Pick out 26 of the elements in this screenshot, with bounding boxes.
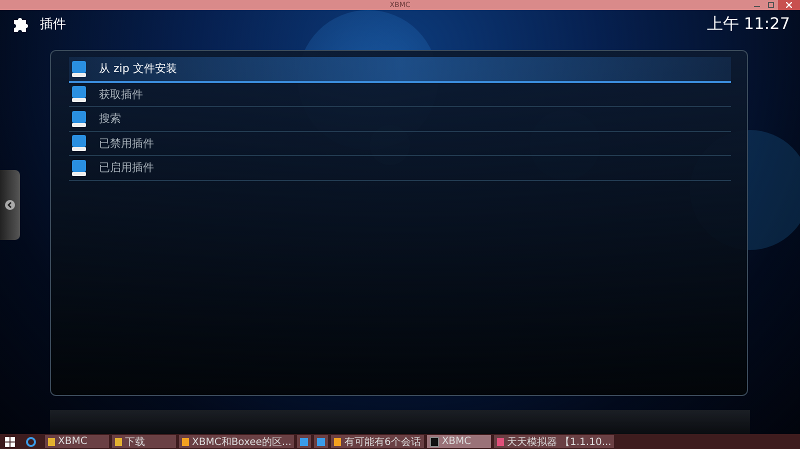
arrow-icon: [5, 200, 15, 210]
taskbar-item[interactable]: 下载: [112, 435, 176, 448]
close-button[interactable]: [778, 0, 800, 10]
taskbar-app-icon[interactable]: [314, 435, 328, 448]
section-title: 插件: [40, 16, 66, 33]
side-tab[interactable]: [0, 170, 20, 240]
taskbar-app-icon[interactable]: [297, 435, 312, 448]
menu-item[interactable]: 已启用插件: [69, 156, 731, 180]
drive-icon: [71, 158, 87, 177]
browser-icon[interactable]: [26, 436, 36, 446]
drive-icon: [71, 110, 87, 128]
menu-item[interactable]: 获取插件: [69, 82, 731, 107]
drive-icon: [71, 60, 87, 78]
clock: 上午 11:27: [706, 14, 790, 34]
taskbar-item[interactable]: XBMC和Boxee的区...: [179, 435, 294, 448]
taskbar-item[interactable]: 有可能有6个会话: [331, 435, 424, 448]
menu-item[interactable]: 从 zip 文件安装: [69, 57, 731, 82]
menu-item[interactable]: 已禁用插件: [69, 132, 731, 156]
close-icon: [786, 2, 792, 8]
menu-item[interactable]: 搜索: [69, 107, 731, 132]
windows-icon[interactable]: [5, 436, 15, 446]
taskbar-item[interactable]: XBMC: [45, 435, 109, 448]
drive-icon: [71, 134, 87, 152]
maximize-icon: [768, 2, 774, 8]
drive-icon: [71, 85, 87, 104]
taskbar-item[interactable]: 天天模拟器 【1.1.10...: [494, 435, 614, 448]
